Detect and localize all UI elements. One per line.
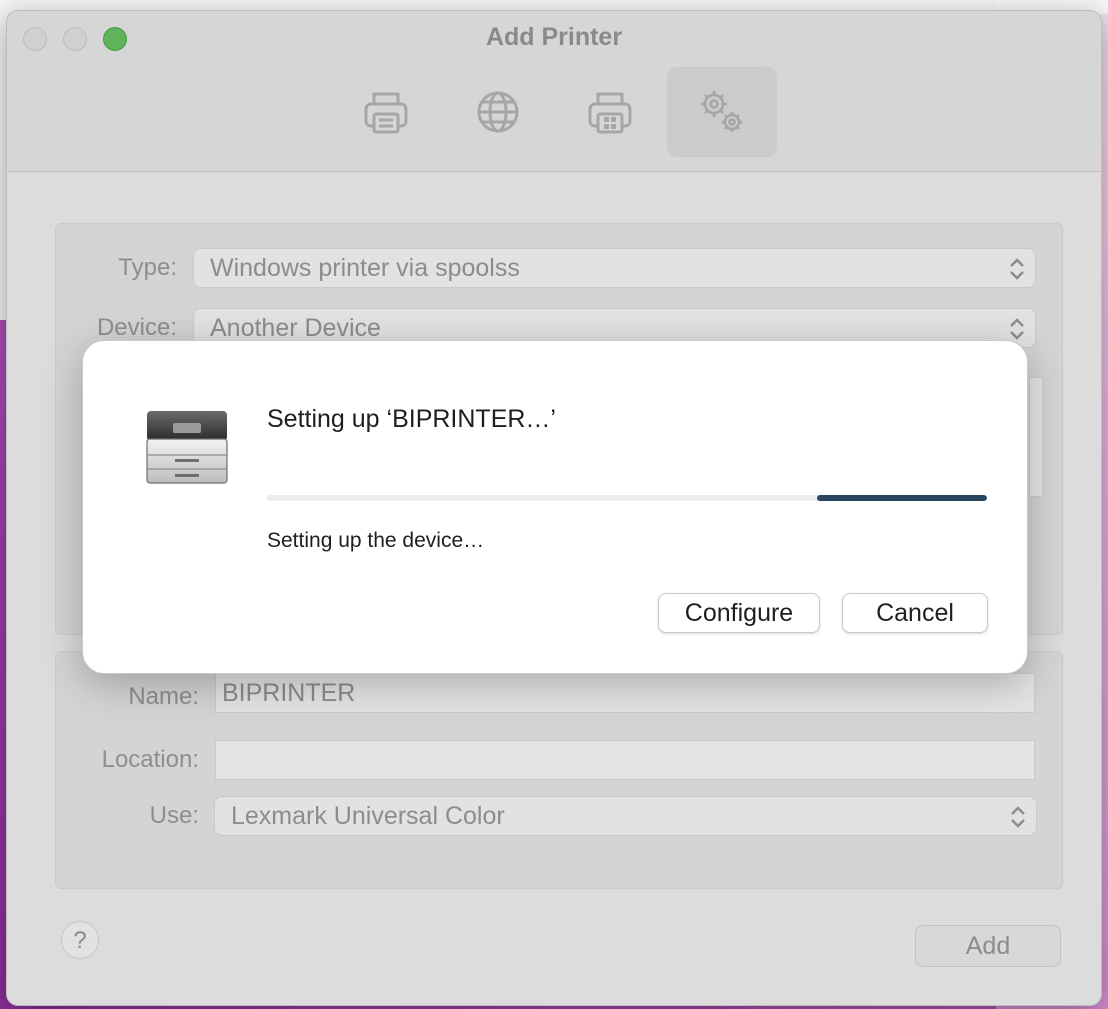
setup-progress-bar — [267, 495, 987, 501]
printer-icon — [146, 411, 228, 484]
toolbar-advanced-button[interactable] — [667, 67, 777, 157]
windows-printer-icon — [588, 92, 632, 134]
progress-indicator — [817, 495, 987, 501]
sheet-status-text: Setting up the device… — [267, 529, 485, 552]
device-label: Device: — [96, 314, 177, 341]
updown-chevron-icon — [1011, 806, 1025, 828]
add-button[interactable]: Add — [915, 925, 1061, 967]
setup-progress-sheet: Setting up ‘BIPRINTER…’ Setting up the d… — [82, 340, 1028, 674]
type-popup[interactable]: Windows printer via spoolss — [193, 248, 1036, 288]
window-title: Add Printer — [485, 23, 623, 51]
name-label: Name: — [128, 683, 199, 710]
name-field[interactable]: BIPRINTER — [215, 673, 1035, 713]
use-popup[interactable]: Lexmark Universal Color — [214, 796, 1037, 836]
ip-globe-icon — [477, 91, 519, 133]
titlebar-toolbar: Add Printer — [7, 11, 1101, 172]
default-printer-icon — [364, 92, 408, 134]
toolbar-default-button[interactable] — [331, 67, 441, 157]
device-popup-value: Another Device — [210, 314, 381, 342]
updown-chevron-icon — [1010, 258, 1024, 280]
location-field[interactable] — [215, 740, 1035, 780]
use-label: Use: — [149, 802, 199, 829]
use-popup-value: Lexmark Universal Color — [231, 802, 505, 830]
advanced-gears-icon — [701, 91, 742, 132]
toolbar-windows-button[interactable] — [555, 67, 665, 157]
cancel-button[interactable]: Cancel — [842, 593, 988, 633]
updown-chevron-icon — [1010, 318, 1024, 340]
type-popup-value: Windows printer via spoolss — [210, 254, 520, 282]
toolbar-ip-button[interactable] — [443, 67, 553, 157]
help-button[interactable]: ? — [61, 921, 99, 959]
configure-button[interactable]: Configure — [658, 593, 820, 633]
location-label: Location: — [101, 746, 199, 773]
sheet-title: Setting up ‘BIPRINTER…’ — [267, 405, 556, 433]
device-list-edge — [1029, 377, 1043, 497]
type-label: Type: — [118, 254, 177, 281]
